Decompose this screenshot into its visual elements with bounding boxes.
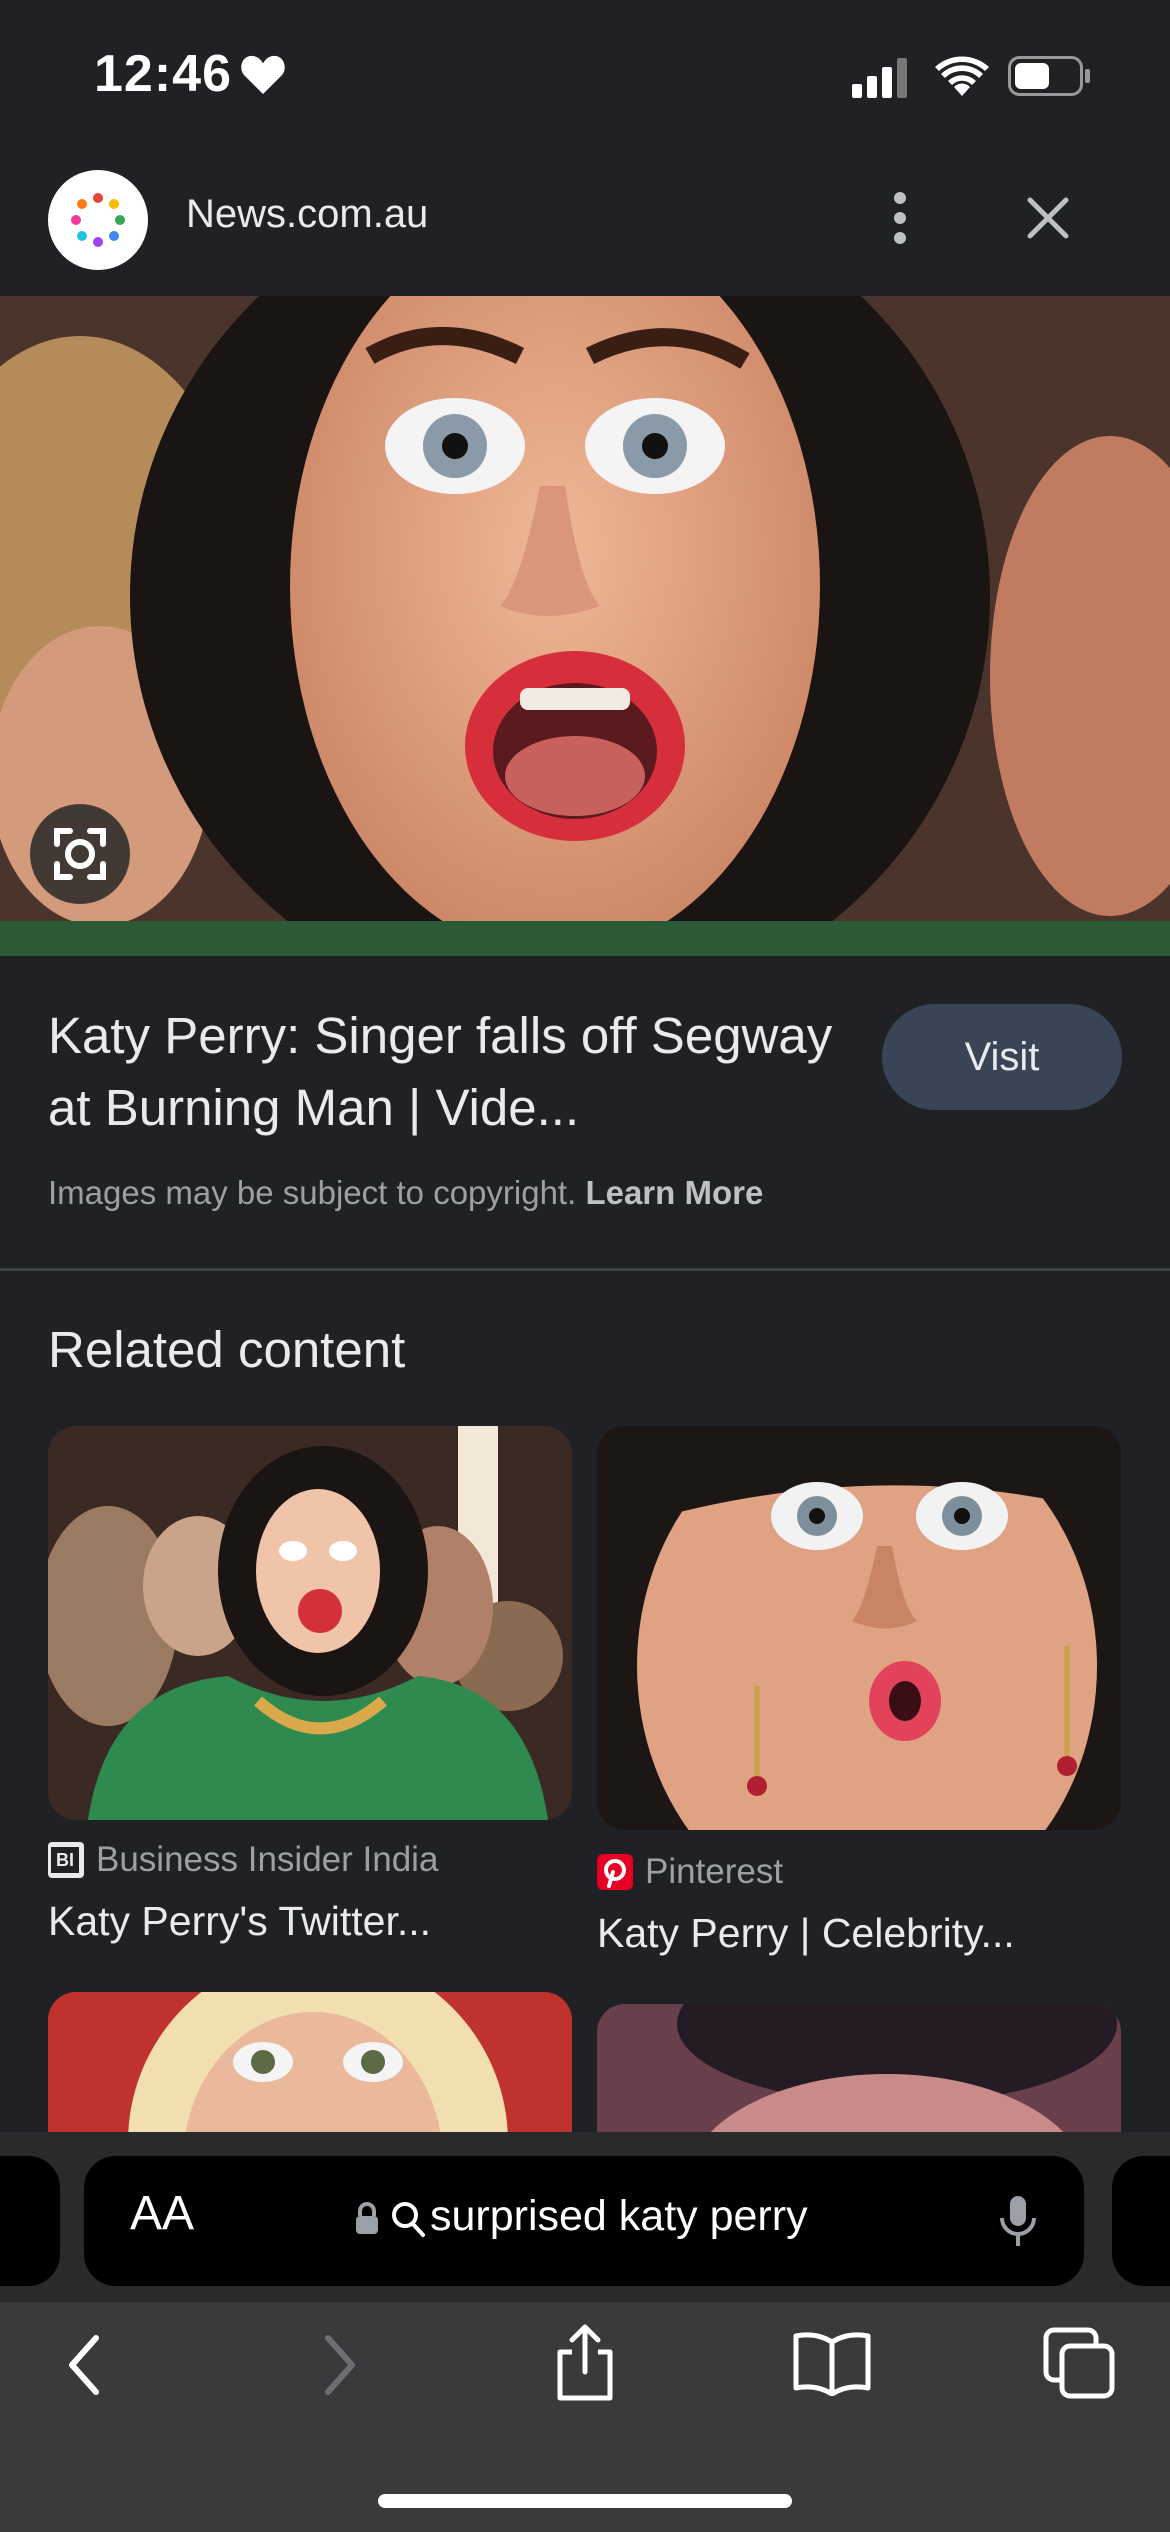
- text-size-button[interactable]: AA: [130, 2186, 194, 2241]
- lock-icon: [356, 2202, 378, 2234]
- more-options-button[interactable]: [870, 180, 930, 256]
- related-image-1[interactable]: [48, 1426, 572, 1820]
- close-icon: [1027, 197, 1069, 239]
- vertical-dots-icon: [894, 192, 906, 244]
- related-source-1: Business Insider India: [96, 1840, 439, 1879]
- result-header: [0, 150, 1170, 296]
- pinterest-icon: [597, 1854, 633, 1890]
- related-image-2[interactable]: [597, 1426, 1121, 1830]
- url-text[interactable]: surprised katy perry: [430, 2192, 808, 2241]
- share-button[interactable]: [550, 2322, 620, 2402]
- home-indicator: [378, 2494, 792, 2508]
- search-icon: [392, 2202, 425, 2237]
- tabs-button[interactable]: [1042, 2326, 1116, 2400]
- lens-icon: [54, 828, 106, 880]
- next-tab-preview[interactable]: [1112, 2156, 1170, 2286]
- google-lens-button[interactable]: [30, 804, 130, 904]
- visit-button[interactable]: Visit: [882, 1004, 1122, 1110]
- site-name[interactable]: News.com.au: [186, 192, 428, 237]
- bookmarks-button[interactable]: [792, 2330, 872, 2396]
- back-button[interactable]: [60, 2330, 110, 2400]
- related-content-heading: Related content: [48, 1321, 406, 1378]
- wifi-icon: [935, 56, 989, 96]
- status-time: 12:46: [94, 45, 232, 103]
- heart-icon: [241, 55, 285, 94]
- close-button[interactable]: [1010, 180, 1086, 256]
- learn-more-link[interactable]: Learn More: [585, 1174, 763, 1211]
- copyright-notice: Images may be subject to copyright. Lear…: [48, 1174, 763, 1212]
- previous-tab-preview[interactable]: [0, 2156, 60, 2286]
- cellular-signal-icon: [852, 58, 907, 98]
- result-title[interactable]: Katy Perry: Singer falls off Segway at B…: [48, 1000, 868, 1144]
- main-result-image[interactable]: [0, 296, 1170, 956]
- business-insider-icon: BI: [48, 1842, 84, 1878]
- microphone-icon[interactable]: [996, 2194, 1040, 2250]
- section-divider: [0, 1268, 1170, 1271]
- site-logo-icon: [48, 170, 148, 270]
- related-caption-1[interactable]: Katy Perry's Twitter...: [48, 1898, 431, 1945]
- battery-icon: [1008, 56, 1090, 96]
- forward-button[interactable]: [314, 2330, 364, 2400]
- related-caption-2[interactable]: Katy Perry | Celebrity...: [597, 1910, 1015, 1957]
- related-source-2: Pinterest: [645, 1852, 784, 1891]
- copyright-text: Images may be subject to copyright.: [48, 1174, 577, 1211]
